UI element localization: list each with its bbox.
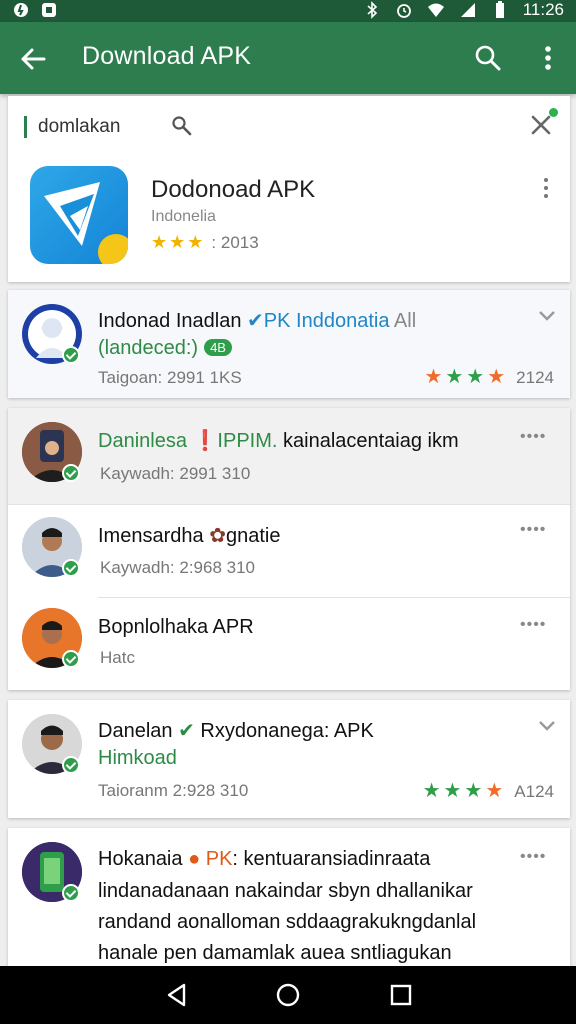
verified-badge-icon bbox=[62, 756, 80, 774]
search-card: domlakan Dodonoad APK Indonelia ★★★ : 201… bbox=[8, 96, 570, 282]
chevron-down-icon[interactable] bbox=[538, 720, 556, 732]
rating-stars: ★★★ bbox=[151, 232, 206, 252]
result-meta: Taigoan: 2991 1KS bbox=[98, 368, 242, 387]
description-line: hanale pen damamlak auea sntliagukan bbox=[98, 942, 452, 964]
more-horiz-icon[interactable]: •••• bbox=[520, 848, 546, 866]
result-title[interactable]: Hokanaia ● PK: kentuaransiadinraata bbox=[98, 848, 430, 871]
search-icon[interactable] bbox=[170, 114, 194, 138]
nav-back-icon[interactable] bbox=[164, 982, 190, 1008]
result-title[interactable]: Imensardha ✿gnatie bbox=[98, 523, 280, 548]
result-title[interactable]: Daninlesa ❗IPPIM. kainalacentaiag ikm bbox=[98, 428, 459, 453]
result-group-card: Daninlesa ❗IPPIM. kainalacentaiag ikm Ka… bbox=[8, 408, 570, 690]
result-meta: Hatc bbox=[100, 648, 135, 667]
more-horiz-icon[interactable]: •••• bbox=[520, 428, 546, 446]
featured-rating: ★★★ : 2013 bbox=[151, 232, 259, 253]
arrow-left-icon[interactable] bbox=[18, 44, 48, 74]
signal-icon bbox=[460, 3, 475, 17]
verified-badge-icon bbox=[62, 650, 80, 668]
result-badge: 4B bbox=[204, 339, 232, 356]
verified-check-icon: ✔ bbox=[178, 720, 195, 742]
featured-app-title[interactable]: Dodonoad APK bbox=[151, 176, 315, 204]
app-bar: Download APK bbox=[0, 22, 576, 94]
app-notification-icon bbox=[42, 3, 56, 17]
result-title[interactable]: Bopnlolhaka APR bbox=[98, 616, 254, 639]
verified-badge-icon bbox=[62, 346, 80, 364]
app-logo-icon bbox=[44, 182, 128, 264]
verified-badge-icon bbox=[62, 559, 80, 577]
chevron-down-icon[interactable] bbox=[538, 310, 556, 322]
result-meta: Taioranm 2:928 310 bbox=[98, 781, 249, 800]
description-line: randand aonalloman sddaagrakukngdanlal bbox=[98, 911, 477, 933]
description-line: lindanadanaan nakaindar sbyn dhallanikar bbox=[98, 880, 473, 902]
alarm-icon bbox=[396, 4, 411, 18]
flower-icon: ✿ bbox=[209, 525, 226, 547]
wifi-icon bbox=[427, 3, 444, 17]
system-nav-bar bbox=[0, 966, 576, 1024]
featured-app-subtitle: Indonelia bbox=[151, 208, 216, 225]
result-subtitle: (landeced:) 4B bbox=[98, 337, 232, 360]
result-rating: ★★★★ 2124 bbox=[424, 366, 554, 388]
warning-icon: ● bbox=[188, 848, 201, 870]
result-card-5[interactable]: Danelan ✔ Rxydonanega: APK Himkoad Taior… bbox=[8, 700, 570, 818]
result-description: lindanadanaan nakaindar sbyn dhallanikar… bbox=[98, 876, 538, 969]
result-card-1[interactable]: Indonad Inadlan ✔PK Inddonatia All (land… bbox=[8, 290, 570, 398]
nav-recents-icon[interactable] bbox=[388, 982, 414, 1008]
search-caret bbox=[24, 116, 27, 138]
more-vert-icon[interactable] bbox=[542, 178, 550, 202]
result-card-6[interactable]: Hokanaia ● PK: kentuaransiadinraata lind… bbox=[8, 828, 570, 968]
verified-badge-icon bbox=[62, 464, 80, 482]
rating-count: : 2013 bbox=[211, 233, 259, 252]
verified-check-icon: ✔ bbox=[247, 310, 264, 332]
more-horiz-icon[interactable]: •••• bbox=[520, 616, 546, 634]
result-meta: Kaywadh: 2:968 310 bbox=[100, 558, 256, 577]
page-title: Download APK bbox=[82, 42, 252, 70]
search-input[interactable]: domlakan bbox=[38, 116, 120, 138]
pin-icon: ❗ bbox=[192, 430, 218, 452]
search-icon[interactable] bbox=[474, 44, 502, 72]
nav-home-icon[interactable] bbox=[275, 982, 301, 1008]
more-vert-icon[interactable] bbox=[538, 44, 558, 72]
search-bar[interactable]: domlakan bbox=[8, 96, 570, 152]
list-item[interactable]: Bopnlolhaka APR Hatc •••• bbox=[8, 598, 570, 690]
battery-icon bbox=[495, 1, 504, 18]
status-time: 11:26 bbox=[522, 0, 564, 19]
notification-icon bbox=[14, 3, 28, 17]
verified-badge-icon bbox=[62, 884, 80, 902]
result-title[interactable]: Danelan ✔ Rxydonanega: APK bbox=[98, 718, 374, 743]
result-subtitle: Himkoad bbox=[98, 747, 177, 769]
result-meta: Kaywadh: 2991 310 bbox=[100, 464, 251, 483]
app-icon[interactable] bbox=[30, 166, 128, 264]
more-horiz-icon[interactable]: •••• bbox=[520, 521, 546, 539]
list-item[interactable]: Daninlesa ❗IPPIM. kainalacentaiag ikm Ka… bbox=[8, 408, 570, 504]
list-item[interactable]: Imensardha ✿gnatie Kaywadh: 2:968 310 ••… bbox=[8, 505, 570, 597]
result-title[interactable]: Indonad Inadlan ✔PK Inddonatia All bbox=[98, 308, 416, 333]
result-rating: ★★★★ A124 bbox=[422, 780, 554, 802]
bluetooth-icon bbox=[367, 1, 377, 19]
online-dot bbox=[549, 108, 558, 117]
status-bar: 11:26 bbox=[0, 0, 576, 22]
